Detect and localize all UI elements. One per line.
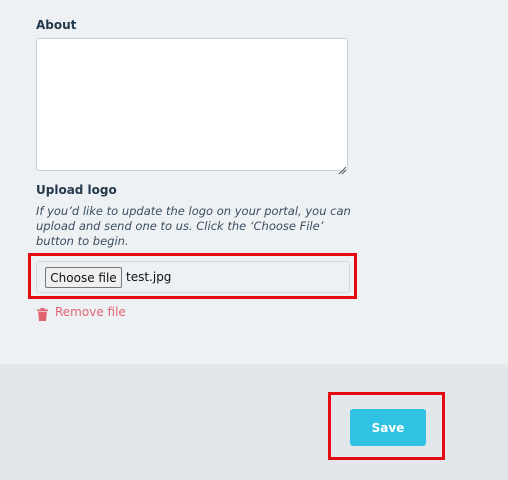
form-footer	[0, 364, 508, 480]
resize-grip-icon[interactable]	[338, 160, 347, 175]
remove-file-link[interactable]: Remove file	[37, 304, 126, 321]
upload-help-text: If you’d like to update the logo on your…	[36, 204, 351, 248]
form-panel: About Upload logo If you’d like to updat…	[0, 0, 508, 364]
remove-file-label: Remove file	[55, 305, 126, 319]
trash-icon	[37, 306, 48, 321]
selected-file-name: test.jpg	[126, 270, 172, 284]
about-label: About	[36, 18, 77, 32]
choose-file-button[interactable]: Choose file	[45, 267, 122, 288]
upload-logo-label: Upload logo	[36, 183, 117, 197]
save-button[interactable]: Save	[350, 409, 426, 446]
about-textarea[interactable]	[36, 38, 348, 171]
